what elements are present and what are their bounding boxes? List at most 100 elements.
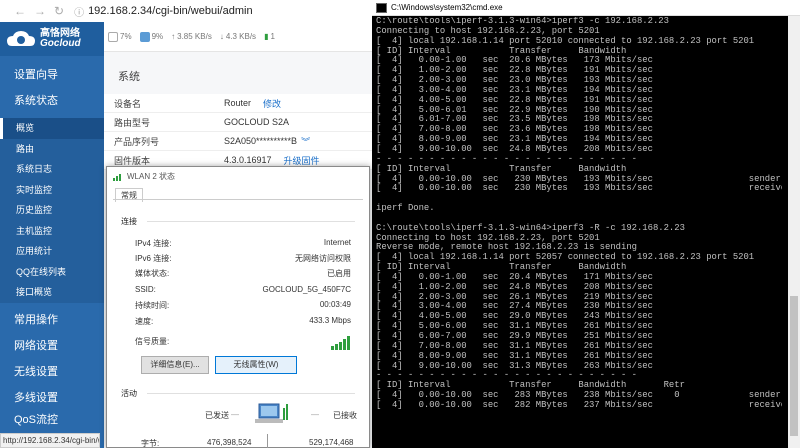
submenu-system-log[interactable]: 系统日志 xyxy=(0,159,104,180)
info-key: 路由型号 xyxy=(114,117,151,128)
cloud-icon xyxy=(7,31,35,46)
submenu-qq-online[interactable]: QQ在线列表 xyxy=(0,261,104,282)
cpu-usage: 7% xyxy=(120,32,132,41)
submenu-route[interactable]: 路由 xyxy=(0,138,104,159)
menu-setup-wizard[interactable]: 设置向导 xyxy=(0,62,104,88)
duration-label: 持续时间: xyxy=(135,301,170,310)
media-state-value: 已启用 xyxy=(327,269,351,278)
url-text[interactable]: 192.168.2.34/cgi-bin/webui/admin xyxy=(88,5,253,17)
menu-system-status[interactable]: 系统状态 xyxy=(0,88,104,114)
submenu-realtime-monitor[interactable]: 实时监控 xyxy=(0,179,104,200)
media-state-label: 媒体状态: xyxy=(135,269,170,278)
sidebar: 高恪网络 Gocloud 设置向导 系统状态 概览 路由 系统日志 实时监控 历… xyxy=(0,22,104,448)
submenu-overview[interactable]: 概览 xyxy=(0,118,104,139)
menu-common-ops[interactable]: 常用操作 xyxy=(0,307,104,333)
activity-group-label: 活动 xyxy=(121,389,137,398)
download-icon: ↓ xyxy=(219,32,224,41)
submenu-host-monitor[interactable]: 主机监控 xyxy=(0,220,104,241)
info-row: 设备名 Router 修改 xyxy=(104,94,372,113)
ipv6-row: IPv6 连接: 无网络访问权限 xyxy=(135,253,351,265)
signal-row: 信号质量: xyxy=(135,336,351,350)
system-info-table: 设备名 Router 修改 路由型号 GOCLOUD S2A 产品序列号 S2A… xyxy=(104,94,372,170)
connection-group-label: 连接 xyxy=(121,217,137,226)
scrollbar-thumb[interactable] xyxy=(790,296,798,436)
wlan-status-dialog: WLAN 2 状态 常规 连接 IPv4 连接: Internet IPv6 连接… xyxy=(106,166,370,448)
console-icon xyxy=(376,2,387,13)
ipv6-label: IPv6 连接: xyxy=(135,254,172,263)
network-activity-icon xyxy=(255,403,288,423)
stats-bar: 7% 9% ↑ 3.85 KB/s ↓ 4.3 KB/s ▮ 1 xyxy=(104,22,372,52)
ipv6-value: 无网络访问权限 xyxy=(295,254,351,263)
info-key: 设备名 xyxy=(114,98,142,109)
info-value: GOCLOUD S2A xyxy=(224,117,290,127)
ipv4-row: IPv4 连接: Internet xyxy=(135,238,351,250)
sent-line: — xyxy=(231,410,239,419)
menu-network-settings[interactable]: 网络设置 xyxy=(0,333,104,359)
console-line: [ 4] 0.00-10.00 sec 282 MBytes 237 Mbits… xyxy=(376,399,782,410)
info-value: Router xyxy=(224,98,252,108)
ipv4-label: IPv4 连接: xyxy=(135,239,172,248)
upload-speed: 3.85 KB/s xyxy=(177,32,212,41)
signal-strength-icon xyxy=(331,336,350,350)
ssid-row: SSID: GOCLOUD_5G_450F7C xyxy=(135,285,351,297)
connection-icon: ▮ xyxy=(264,32,269,41)
speed-value: 433.3 Mbps xyxy=(309,316,351,325)
signal-icon xyxy=(113,173,121,181)
rename-link[interactable]: 修改 xyxy=(263,97,281,110)
brand-name-en: Gocloud xyxy=(40,38,81,49)
address-bar[interactable]: ← → ↻ ⓘ 192.168.2.34/cgi-bin/webui/admin xyxy=(0,0,372,22)
dialog-titlebar[interactable]: WLAN 2 状态 xyxy=(107,167,369,185)
console-line: [ 4] 0.00-10.00 sec 230 MBytes 193 Mbits… xyxy=(376,183,782,194)
speed-row: 速度: 433.3 Mbps xyxy=(135,316,351,328)
sent-label: 已发送 xyxy=(205,411,229,420)
scrollbar[interactable] xyxy=(788,16,800,448)
cmd-window: C:\Windows\system32\cmd.exe C:\route\too… xyxy=(372,0,800,448)
bytes-label: 字节: xyxy=(141,439,160,448)
back-icon[interactable]: ← xyxy=(14,4,26,18)
info-key: 产品序列号 xyxy=(114,136,160,147)
ssid-label: SSID: xyxy=(135,285,156,294)
menu-wireless-settings[interactable]: 无线设置 xyxy=(0,359,104,385)
upload-icon: ↑ xyxy=(171,32,176,41)
submenu-app-stats[interactable]: 应用统计 xyxy=(0,241,104,262)
ssid-value: GOCLOUD_5G_450F7C xyxy=(262,285,351,294)
console-line: iperf Done. xyxy=(376,203,435,214)
submenu-interface-overview[interactable]: 接口概览 xyxy=(0,282,104,303)
media-state-row: 媒体状态: 已启用 xyxy=(135,268,351,280)
speed-label: 速度: xyxy=(135,317,154,326)
desktop: ← → ↻ ⓘ 192.168.2.34/cgi-bin/webui/admin… xyxy=(0,0,800,448)
cpu-icon xyxy=(108,31,118,42)
console-output[interactable]: C:\route\tools\iperf-3.1.3-win64>iperf3 … xyxy=(376,17,782,448)
dialog-body: 连接 IPv4 连接: Internet IPv6 连接: 无网络访问权限 媒体状态… xyxy=(113,199,363,448)
info-key: 固件版本 xyxy=(114,155,151,166)
menu-qos[interactable]: QoS流控 xyxy=(0,411,104,429)
brand-logo: 高恪网络 Gocloud xyxy=(0,22,104,56)
submenu-history-monitor[interactable]: 历史监控 xyxy=(0,200,104,221)
expand-icon[interactable]: ︾ xyxy=(301,135,310,148)
dialog-title: WLAN 2 状态 xyxy=(127,171,176,181)
info-value: 4.3.0.16917 xyxy=(224,155,272,165)
menu-multiline-settings[interactable]: 多线设置 xyxy=(0,385,104,411)
forward-icon[interactable]: → xyxy=(34,4,46,18)
wireless-properties-button[interactable]: 无线属性(W) xyxy=(215,356,297,374)
bytes-received: 529,174,468 xyxy=(309,438,354,447)
duration-row: 持续时间: 00:03:49 xyxy=(135,300,351,312)
upgrade-firmware-link[interactable]: 升级固件 xyxy=(284,154,320,167)
memory-icon xyxy=(139,31,150,42)
details-button[interactable]: 详细信息(E)... xyxy=(141,356,209,374)
bytes-sent: 476,398,524 xyxy=(207,438,252,447)
info-row: 产品序列号 S2A050**********B ︾ xyxy=(104,132,372,151)
connection-count: 1 xyxy=(270,32,275,41)
info-icon[interactable]: ⓘ xyxy=(74,4,84,19)
recv-line: — xyxy=(311,410,319,419)
duration-value: 00:03:49 xyxy=(319,300,351,309)
memory-usage: 9% xyxy=(151,32,164,41)
info-value: S2A050**********B xyxy=(224,136,298,146)
download-speed: 4.3 KB/s xyxy=(225,32,257,41)
refresh-icon[interactable]: ↻ xyxy=(54,4,64,18)
cmd-title: C:\Windows\system32\cmd.exe xyxy=(391,3,503,12)
signal-label: 信号质量: xyxy=(135,337,170,346)
received-label: 已接收 xyxy=(333,411,357,420)
cmd-titlebar[interactable]: C:\Windows\system32\cmd.exe xyxy=(372,0,800,16)
